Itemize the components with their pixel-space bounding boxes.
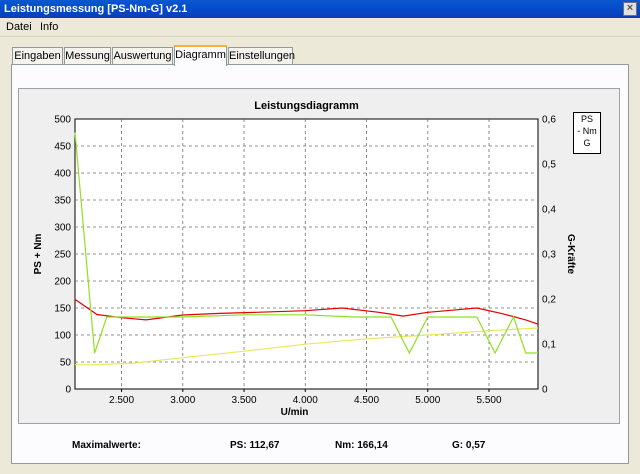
- y2-tick-label: 0,5: [542, 160, 556, 171]
- y-tick-label: 150: [54, 304, 71, 315]
- y2-tick-label: 0,1: [542, 340, 556, 351]
- legend-item-nm: - Nm: [577, 126, 597, 136]
- tab-messung[interactable]: Messung: [64, 47, 111, 64]
- tab-einstellungen[interactable]: Einstellungen: [228, 47, 295, 64]
- legend-item-ps: PS: [580, 114, 593, 124]
- title-bar: Leistungsmessung [PS-Nm-G] v2.1 ×: [0, 0, 640, 18]
- chart-area: Leistungsdiagramm 2.500 3.000 3.500 4.000 4.5…: [18, 88, 620, 424]
- y-tick-label: 300: [54, 223, 71, 234]
- y2-tick-label: 0,4: [542, 205, 556, 216]
- plot-area: [74, 118, 539, 390]
- y-tick-label: 500: [54, 115, 71, 126]
- y-tick-label: 450: [54, 142, 71, 153]
- x-tick-label: 5.000: [415, 395, 440, 406]
- max-ps-value: PS: 112,67: [230, 440, 280, 451]
- window-title: Leistungsmessung [PS-Nm-G] v2.1: [4, 3, 188, 15]
- close-button[interactable]: ×: [623, 2, 637, 16]
- max-g-value: G: 0,57: [452, 440, 486, 451]
- y2-tick-label: 0: [542, 385, 548, 396]
- menu-info[interactable]: Info: [40, 21, 58, 33]
- y2-axis-label: G-Kräfte: [565, 234, 576, 274]
- y-tick-label: 100: [54, 331, 71, 342]
- y-tick-label: 50: [60, 358, 72, 369]
- x-tick-label: 3.000: [170, 395, 195, 406]
- y2-tick-label: 0,2: [542, 295, 556, 306]
- tab-diagramm[interactable]: Diagramm: [174, 45, 227, 66]
- y-tick-label: 250: [54, 250, 71, 261]
- x-axis-label: U/min: [281, 407, 309, 418]
- y-tick-label: 350: [54, 196, 71, 207]
- menu-datei[interactable]: Datei: [6, 21, 32, 33]
- max-values-label: Maximalwerte:: [72, 440, 141, 451]
- tab-auswertung[interactable]: Auswertung: [112, 47, 173, 64]
- y-tick-label: 200: [54, 277, 71, 288]
- x-tick-label: 2.500: [109, 395, 134, 406]
- menu-bar: Datei Info: [0, 19, 640, 37]
- x-tick-label: 5.500: [476, 395, 501, 406]
- chart-legend: PS - Nm G: [573, 112, 601, 154]
- performance-chart: Leistungsdiagramm 2.500 3.000 3.500 4.000 4.5…: [33, 100, 576, 418]
- tab-eingaben[interactable]: Eingaben: [12, 47, 63, 64]
- legend-item-g: G: [583, 138, 591, 148]
- y2-tick-label: 0,3: [542, 250, 556, 261]
- x-tick-label: 3.500: [232, 395, 257, 406]
- x-tick-label: 4.000: [293, 395, 318, 406]
- x-tick-label: 4.500: [354, 395, 379, 406]
- y-tick-label: 0: [65, 385, 71, 396]
- y2-tick-label: 0,6: [542, 115, 556, 126]
- chart-title: Leistungsdiagramm: [254, 100, 359, 112]
- max-nm-value: Nm: 166,14: [335, 440, 388, 451]
- y-axis-label: PS + Nm: [33, 233, 44, 274]
- y-tick-label: 400: [54, 169, 71, 180]
